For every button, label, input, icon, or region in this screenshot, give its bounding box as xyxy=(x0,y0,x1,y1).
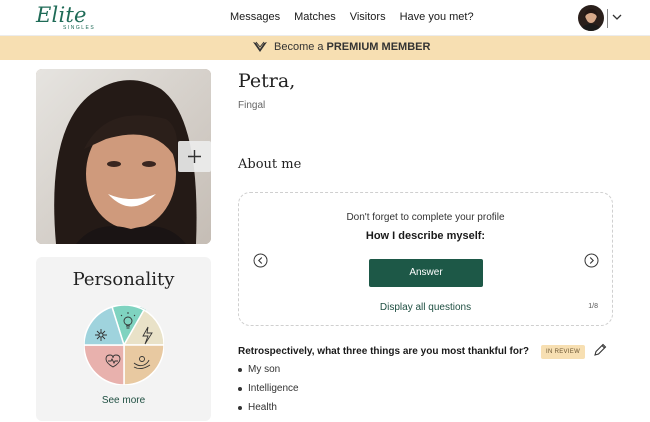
nav-matches[interactable]: Matches xyxy=(294,11,336,23)
banner-text: Become a xyxy=(274,41,324,53)
chevron-right-icon[interactable] xyxy=(584,253,599,268)
see-more-link[interactable]: See more xyxy=(36,395,211,406)
segment-bottom-left xyxy=(84,344,125,385)
answered-question-title: Retrospectively, what three things are y… xyxy=(238,346,529,357)
pencil-edit-icon[interactable] xyxy=(592,342,608,358)
in-review-badge: IN REVIEW xyxy=(541,345,586,359)
question-text: How I describe myself: xyxy=(365,230,486,242)
premium-banner[interactable]: Become a PREMIUM MEMBER xyxy=(0,36,650,60)
nav-have-you-met[interactable]: Have you met? xyxy=(400,11,474,23)
answer-item: Health xyxy=(238,401,299,420)
profile-name: Petra, xyxy=(238,70,296,92)
personality-card: Personality See more xyxy=(36,257,211,421)
nav-visitors[interactable]: Visitors xyxy=(350,11,386,23)
elite-singles-logo[interactable]: Elite SINGLES xyxy=(36,3,98,33)
chevron-left-icon[interactable] xyxy=(253,253,268,268)
logo-text: Elite xyxy=(36,3,87,27)
answer-item: My son xyxy=(238,363,299,382)
question-counter: 1/8 xyxy=(588,303,598,310)
logo-subtext: SINGLES xyxy=(63,25,96,31)
question-card: Don't forget to complete your profile Ho… xyxy=(238,192,613,326)
nav-messages[interactable]: Messages xyxy=(230,11,280,23)
user-avatar[interactable] xyxy=(578,5,604,31)
answers-list: My son Intelligence Health xyxy=(238,363,299,420)
about-me-title: About me xyxy=(238,157,302,172)
premium-wings-icon xyxy=(253,41,267,52)
personality-chart[interactable] xyxy=(84,305,164,385)
top-header: Elite SINGLES Messages Matches Visitors … xyxy=(0,0,650,36)
personality-title: Personality xyxy=(72,269,175,290)
chevron-down-icon[interactable] xyxy=(611,11,623,23)
answer-item: Intelligence xyxy=(238,382,299,401)
answer-button[interactable]: Answer xyxy=(369,259,483,287)
premium-banner-content: Become a PREMIUM MEMBER xyxy=(252,41,430,53)
banner-text-bold: PREMIUM MEMBER xyxy=(326,41,431,53)
complete-profile-prompt: Don't forget to complete your profile xyxy=(346,212,505,223)
add-photo-button[interactable] xyxy=(178,141,211,172)
display-all-questions-link[interactable]: Display all questions xyxy=(239,302,612,313)
plus-icon xyxy=(188,150,201,163)
main-nav: Messages Matches Visitors Have you met? xyxy=(230,11,488,23)
header-divider xyxy=(607,9,608,28)
profile-location: Fingal xyxy=(238,100,266,111)
